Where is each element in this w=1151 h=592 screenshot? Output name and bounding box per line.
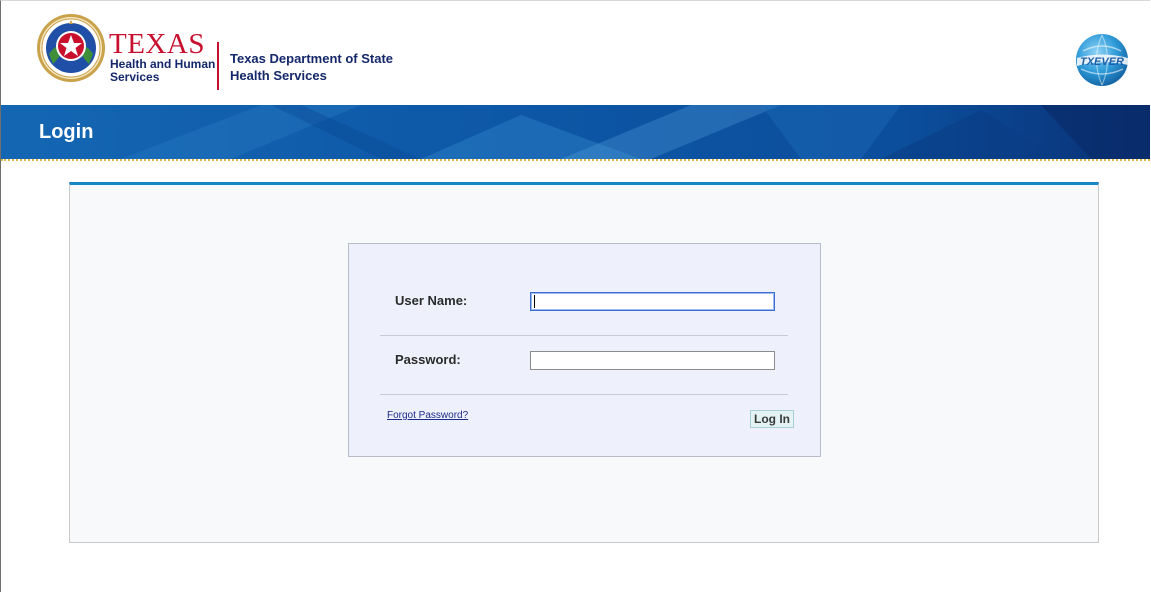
page-title: Login xyxy=(39,121,94,143)
txever-wordmark: TXEVER xyxy=(1080,56,1124,68)
texas-hhs-logo[interactable]: TEXAS Health and Human Services xyxy=(35,12,245,92)
password-label: Password: xyxy=(395,352,461,367)
user-name-input[interactable] xyxy=(530,292,775,311)
hhs-logo-line2: Services xyxy=(110,70,160,84)
password-input[interactable] xyxy=(530,351,775,370)
texas-seal-icon xyxy=(37,14,105,82)
content-panel: User Name: Password: Forgot Password? Lo… xyxy=(69,182,1099,543)
forgot-password-link[interactable]: Forgot Password? xyxy=(387,410,468,421)
banner-background-graphic xyxy=(1,105,1150,159)
dshs-title-line1: Texas Department of State xyxy=(230,51,394,66)
text-cursor xyxy=(534,295,535,308)
banner-dotted-divider xyxy=(1,159,1150,161)
site-header: TEXAS Health and Human Services Texas De… xyxy=(1,1,1150,105)
login-page: TEXAS Health and Human Services Texas De… xyxy=(0,0,1150,592)
page-title-banner: Login xyxy=(1,105,1150,159)
form-divider xyxy=(380,335,788,336)
logo-divider xyxy=(217,42,219,90)
user-name-label: User Name: xyxy=(395,293,468,308)
dshs-title-line2: Health Services xyxy=(230,68,327,83)
form-divider xyxy=(380,394,788,395)
log-in-button[interactable]: Log In xyxy=(750,410,794,428)
txever-globe-logo-icon[interactable]: TXEVER xyxy=(1073,31,1131,89)
hhs-logo-texas-wordmark: TEXAS xyxy=(109,28,205,60)
login-form: User Name: Password: Forgot Password? Lo… xyxy=(348,243,821,457)
txever-globe-graphic: TXEVER xyxy=(1076,34,1128,86)
